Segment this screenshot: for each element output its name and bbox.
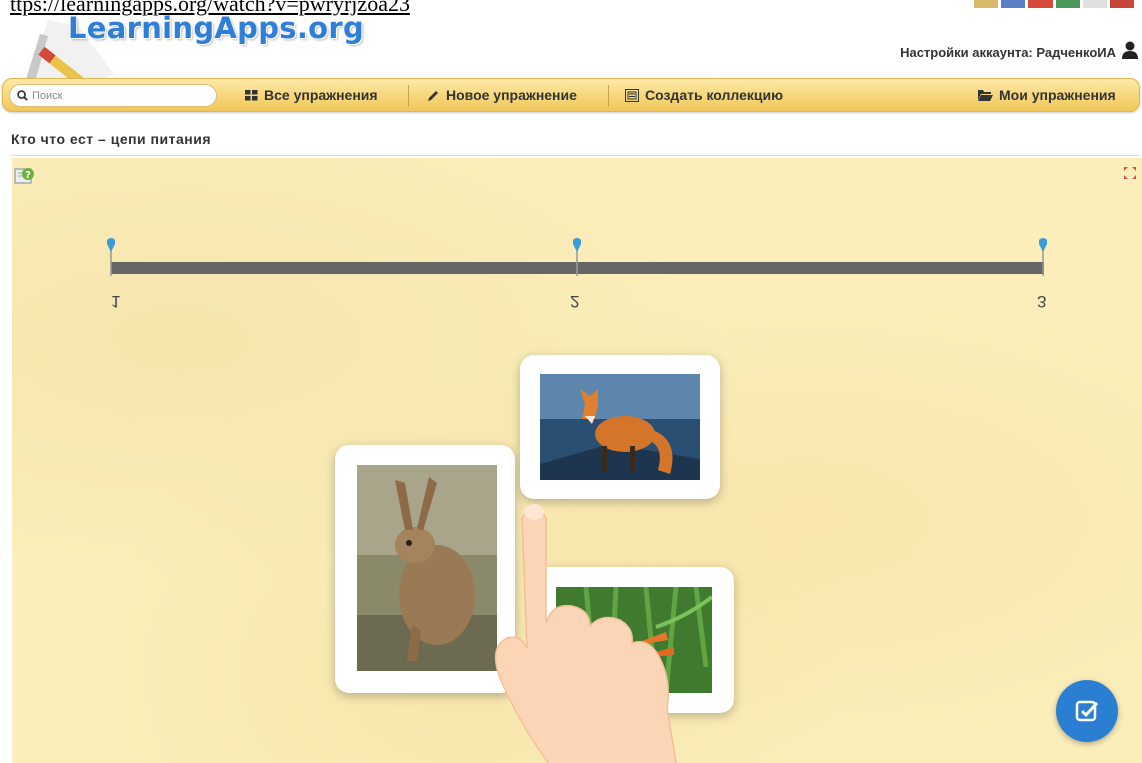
flag-icon[interactable] [1082,0,1107,8]
timeline-pin-3 [1039,238,1047,276]
main-toolbar: Все упражнения Новое упражнение Создать … [2,78,1140,112]
pencil-icon [428,90,438,101]
create-collection-link[interactable]: Создать коллекцию [625,79,783,111]
flag-icon[interactable] [1001,0,1026,8]
check-icon [1075,700,1099,722]
account-settings-link[interactable]: Настройки аккаунта: РадченкоИА [900,45,1116,60]
fox-card[interactable] [520,355,720,499]
my-exercises-label: Мои упражнения [999,87,1116,103]
flag-icon[interactable] [1055,0,1080,8]
toolbar-divider [408,85,409,107]
timeline-label-1: 1 [111,292,121,311]
title-divider [10,155,1140,156]
grid-icon [245,89,258,100]
folder-icon [978,90,993,101]
exercise-stage: ? 1 2 3 [12,158,1142,763]
site-logo-text[interactable]: LearningApps.org [68,11,364,45]
new-exercise-label: Новое упражнение [446,87,577,103]
all-exercises-label: Все упражнения [264,87,378,103]
drag-hint-hand-icon [494,504,677,763]
new-exercise-link[interactable]: Новое упражнение [427,79,577,111]
flag-icon[interactable] [1028,0,1053,8]
timeline-pin-2 [573,238,581,276]
user-icon[interactable] [1122,41,1138,59]
flag-icon[interactable] [1109,0,1135,8]
exercise-title: Кто что ест – цепи питания [11,131,211,147]
timeline-label-2: 2 [570,292,580,311]
search-box[interactable] [9,84,217,107]
toolbar-divider [608,85,609,107]
fullscreen-icon[interactable] [1123,166,1137,180]
search-icon [17,90,28,101]
timeline-pin-1 [107,238,115,276]
my-exercises-link[interactable]: Мои упражнения [978,79,1116,111]
create-collection-label: Создать коллекцию [645,87,784,103]
timeline-label-3: 3 [1037,292,1047,311]
all-exercises-link[interactable]: Все упражнения [245,79,378,111]
hare-image [357,465,497,671]
language-flags[interactable] [974,0,1135,8]
fox-image [540,374,700,480]
search-input[interactable] [32,89,212,102]
collection-icon [625,88,639,102]
help-icon[interactable]: ? [14,166,36,186]
svg-text:?: ? [25,170,31,181]
flag-icon[interactable] [974,0,999,8]
check-answer-button[interactable] [1056,680,1118,742]
